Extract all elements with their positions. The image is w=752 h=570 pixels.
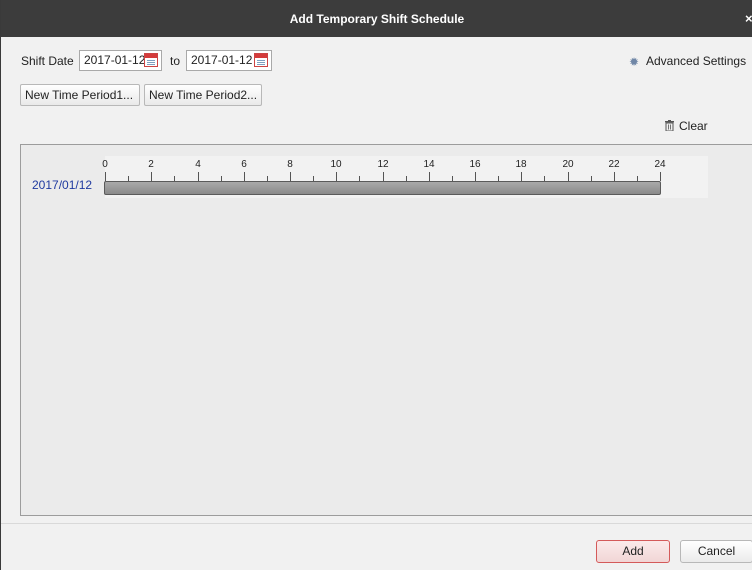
cancel-button[interactable]: Cancel bbox=[680, 540, 752, 563]
hour-label: 10 bbox=[330, 159, 342, 170]
hour-label: 16 bbox=[469, 159, 481, 170]
dialog-title: Add Temporary Shift Schedule bbox=[289, 12, 465, 26]
new-time-period2-button[interactable]: New Time Period2... bbox=[144, 84, 262, 106]
end-date-value: 2017-01-12 bbox=[191, 53, 253, 67]
start-date-field[interactable]: 2017-01-12 bbox=[79, 50, 162, 71]
end-date-field[interactable]: 2017-01-12 bbox=[186, 50, 272, 71]
hour-label: 18 bbox=[515, 159, 527, 170]
shift-date-label: Shift Date bbox=[21, 54, 74, 68]
schedule-row-date: 2017/01/12 bbox=[32, 178, 93, 192]
hour-label: 8 bbox=[287, 159, 293, 170]
footer-divider bbox=[1, 523, 752, 524]
ruler-tick bbox=[660, 172, 661, 181]
clear-button[interactable]: Clear bbox=[665, 119, 708, 133]
ruler-tick bbox=[475, 172, 476, 181]
add-temporary-shift-dialog: Add Temporary Shift Schedule × Shift Dat… bbox=[0, 0, 752, 570]
hour-label: 14 bbox=[423, 159, 435, 170]
hour-label: 22 bbox=[608, 159, 620, 170]
trash-icon bbox=[665, 120, 674, 132]
gear-icon: ✹ bbox=[629, 55, 640, 69]
hour-label: 0 bbox=[102, 159, 108, 170]
start-date-value: 2017-01-12 bbox=[84, 53, 146, 67]
close-icon[interactable]: × bbox=[745, 11, 752, 26]
ruler-tick bbox=[336, 172, 337, 181]
ruler-tick bbox=[568, 172, 569, 181]
advanced-settings-link[interactable]: ✹ Advanced Settings bbox=[629, 54, 746, 68]
new-time-period1-button[interactable]: New Time Period1... bbox=[20, 84, 140, 106]
hour-label: 20 bbox=[562, 159, 574, 170]
clear-label: Clear bbox=[679, 119, 708, 133]
ruler-tick bbox=[105, 172, 106, 181]
advanced-settings-label: Advanced Settings bbox=[646, 54, 747, 68]
ruler-tick bbox=[614, 172, 615, 181]
ruler-tick bbox=[151, 172, 152, 181]
hour-label: 12 bbox=[377, 159, 389, 170]
ruler-tick bbox=[198, 172, 199, 181]
ruler-tick bbox=[521, 172, 522, 181]
ruler-tick bbox=[383, 172, 384, 181]
schedule-timebar[interactable] bbox=[104, 181, 661, 195]
ruler-tick bbox=[290, 172, 291, 181]
hour-label: 6 bbox=[241, 159, 247, 170]
ruler-tick bbox=[244, 172, 245, 181]
ruler-tick bbox=[429, 172, 430, 181]
title-bar: Add Temporary Shift Schedule × bbox=[1, 0, 752, 37]
to-label: to bbox=[170, 54, 181, 68]
hour-label: 24 bbox=[654, 159, 666, 170]
hour-label: 4 bbox=[195, 159, 201, 170]
hour-label: 2 bbox=[148, 159, 154, 170]
schedule-panel: 2017/01/12 0 2 4 6 8 10 12 14 16 18 20 22 24 bbox=[20, 144, 752, 516]
calendar-icon[interactable] bbox=[254, 53, 268, 67]
add-button[interactable]: Add bbox=[596, 540, 670, 563]
calendar-icon[interactable] bbox=[144, 53, 158, 67]
